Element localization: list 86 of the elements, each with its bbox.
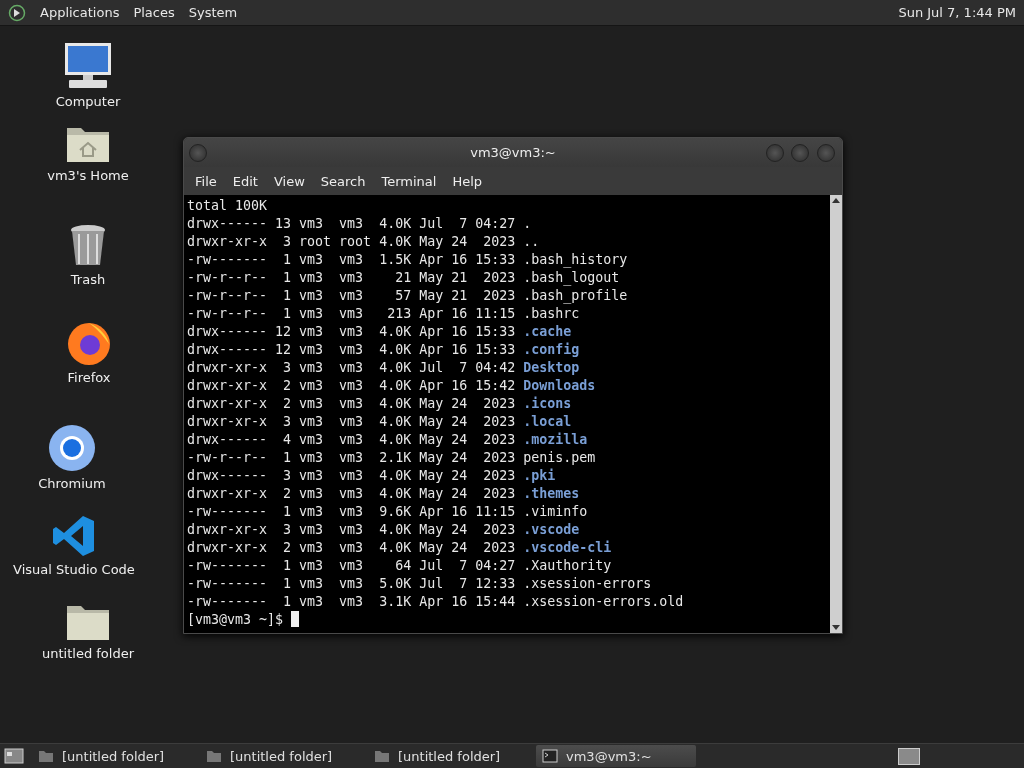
- firefox-icon: [66, 320, 112, 366]
- close-button[interactable]: [817, 144, 835, 162]
- file-details: drwx------ 13 vm3 vm3 4.0K Jul 7 04:27: [187, 216, 517, 231]
- directory-name: .config: [523, 342, 580, 357]
- directory-name: .themes: [523, 486, 580, 501]
- show-desktop-icon[interactable]: [4, 748, 24, 764]
- minimize-button[interactable]: [766, 144, 784, 162]
- chromium-icon: [48, 424, 96, 472]
- menu-item[interactable]: File: [190, 171, 222, 191]
- file-name: .: [523, 216, 532, 231]
- panel-menu[interactable]: Places: [133, 5, 175, 20]
- task-button[interactable]: [untitled folder]: [368, 745, 528, 767]
- file-name: .xsession-errors.old: [523, 594, 684, 609]
- folder-icon: [374, 749, 390, 763]
- file-details: drwxr-xr-x 3 vm3 vm3 4.0K May 24 2023: [187, 414, 517, 429]
- file-details: -rw------- 1 vm3 vm3 1.5K Apr 16 15:33: [187, 252, 517, 267]
- file-details: drwx------ 4 vm3 vm3 4.0K May 24 2023: [187, 432, 517, 447]
- terminal-line: total 100K: [187, 198, 268, 213]
- file-details: drwx------ 3 vm3 vm3 4.0K May 24 2023: [187, 468, 517, 483]
- menu-item[interactable]: Terminal: [376, 171, 442, 191]
- desktop-icon-label[interactable]: untitled folder: [42, 646, 134, 661]
- panel-menu[interactable]: Applications: [40, 5, 120, 20]
- shell-prompt: [vm3@vm3 ~]$: [187, 612, 285, 627]
- file-details: -rw-r--r-- 1 vm3 vm3 2.1K May 24 2023: [187, 450, 517, 465]
- desktop-icon-label[interactable]: Trash: [70, 272, 106, 287]
- vscode-icon: [52, 514, 96, 558]
- file-details: drwxr-xr-x 3 vm3 vm3 4.0K Jul 7 04:42: [187, 360, 517, 375]
- directory-name: .icons: [523, 396, 572, 411]
- directory-name: .pki: [523, 468, 556, 483]
- folder-icon: [38, 749, 54, 763]
- directory-name: .vscode-cli: [523, 540, 612, 555]
- file-details: drwxr-xr-x 3 root root 4.0K May 24 2023: [187, 234, 517, 249]
- task-button[interactable]: [untitled folder]: [200, 745, 360, 767]
- directory-name: .local: [523, 414, 572, 429]
- file-details: drwxr-xr-x 2 vm3 vm3 4.0K May 24 2023: [187, 396, 517, 411]
- text-cursor: [291, 611, 300, 627]
- file-name: .bash_history: [523, 252, 628, 267]
- maximize-button[interactable]: [791, 144, 809, 162]
- file-name: .viminfo: [523, 504, 588, 519]
- folder-icon: [206, 749, 222, 763]
- desktop-icon-label[interactable]: Computer: [55, 94, 121, 109]
- file-details: drwx------ 12 vm3 vm3 4.0K Apr 16 15:33: [187, 324, 517, 339]
- file-details: -rw------- 1 vm3 vm3 9.6K Apr 16 11:15: [187, 504, 517, 519]
- window-title: vm3@vm3:~: [470, 145, 556, 160]
- directory-name: Desktop: [523, 360, 580, 375]
- panel-menu[interactable]: System: [188, 5, 238, 20]
- clock[interactable]: Sun Jul 7, 1:44 PM: [898, 5, 1016, 20]
- file-details: drwxr-xr-x 2 vm3 vm3 4.0K Apr 16 15:42: [187, 378, 517, 393]
- file-details: -rw------- 1 vm3 vm3 64 Jul 7 04:27: [187, 558, 517, 573]
- menu-item[interactable]: Help: [447, 171, 488, 191]
- terminal-icon: [542, 749, 558, 763]
- desktop-icon-label[interactable]: Chromium: [38, 476, 106, 491]
- window-button[interactable]: [189, 144, 207, 162]
- menu-item[interactable]: View: [268, 171, 310, 191]
- file-name: ..: [523, 234, 540, 249]
- directory-name: .vscode: [523, 522, 580, 537]
- file-name: penis.pem: [523, 450, 596, 465]
- file-details: -rw-r--r-- 1 vm3 vm3 213 Apr 16 11:15: [187, 306, 517, 321]
- desktop-icon-label[interactable]: Visual Studio Code: [13, 562, 135, 577]
- workspace-switcher[interactable]: [898, 747, 920, 765]
- directory-name: .mozilla: [523, 432, 588, 447]
- file-name: .Xauthority: [523, 558, 612, 573]
- file-details: drwxr-xr-x 3 vm3 vm3 4.0K May 24 2023: [187, 522, 517, 537]
- file-name: .bashrc: [523, 306, 580, 321]
- task-button[interactable]: vm3@vm3:~: [536, 745, 696, 767]
- directory-name: .cache: [523, 324, 572, 339]
- logo-icon[interactable]: [8, 3, 26, 22]
- desktop-icon-label[interactable]: Firefox: [67, 370, 111, 385]
- menu-item[interactable]: Edit: [227, 171, 263, 191]
- menu-item[interactable]: Search: [315, 171, 371, 191]
- file-details: drwx------ 12 vm3 vm3 4.0K Apr 16 15:33: [187, 342, 517, 357]
- scrollbar[interactable]: [830, 195, 842, 633]
- monitor-icon: [63, 42, 113, 90]
- file-details: -rw------- 1 vm3 vm3 5.0K Jul 7 12:33: [187, 576, 517, 591]
- directory-name: Downloads: [523, 378, 596, 393]
- file-details: -rw-r--r-- 1 vm3 vm3 57 May 21 2023: [187, 288, 517, 303]
- file-details: drwxr-xr-x 2 vm3 vm3 4.0K May 24 2023: [187, 540, 517, 555]
- file-details: -rw-r--r-- 1 vm3 vm3 21 May 21 2023: [187, 270, 517, 285]
- file-name: .xsession-errors: [523, 576, 652, 591]
- file-name: .bash_logout: [523, 270, 620, 285]
- desktop-icon-label[interactable]: vm3's Home: [47, 168, 129, 183]
- file-details: -rw------- 1 vm3 vm3 3.1K Apr 16 15:44: [187, 594, 517, 609]
- file-name: .bash_profile: [523, 288, 628, 303]
- file-details: drwxr-xr-x 2 vm3 vm3 4.0K May 24 2023: [187, 486, 517, 501]
- task-button[interactable]: [untitled folder]: [32, 745, 192, 767]
- trash-icon: [69, 224, 107, 268]
